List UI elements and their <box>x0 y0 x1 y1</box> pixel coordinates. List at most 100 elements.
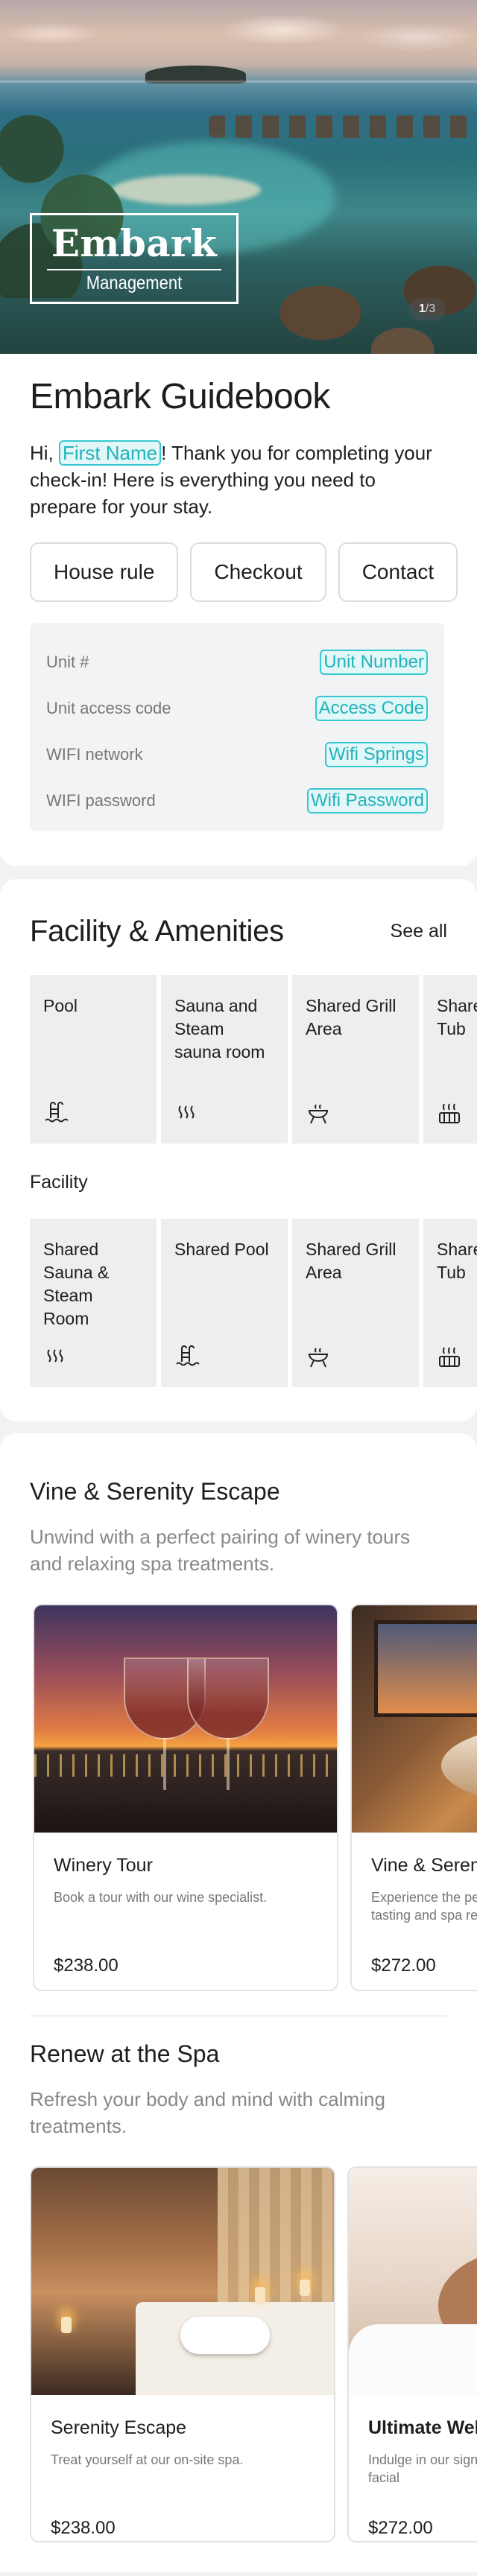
amenity-tile-sauna[interactable]: Sauna and Steam sauna room <box>161 975 288 1143</box>
product-card-winery-tour[interactable]: Winery Tour Book a tour with our wine sp… <box>33 1604 338 1991</box>
wifi-network-tag: Wifi Springs <box>324 742 428 767</box>
info-row-access-code: Unit access code Access Code <box>46 685 428 732</box>
greeting-prefix: Hi, <box>30 442 59 464</box>
bath-tub <box>441 1725 477 1806</box>
facility-carousel[interactable]: Shared Sauna & Steam Room Shared Pool Sh… <box>30 1219 477 1387</box>
grill-icon <box>308 1104 329 1124</box>
guidebook-card: Embark Guidebook Hi, First Name! Thank y… <box>0 354 477 866</box>
pool-icon <box>176 1345 200 1366</box>
experiences-card: Vine & Serenity Escape Unwind with a per… <box>0 1433 477 2572</box>
amenities-header: Facility & Amenities See all <box>30 915 477 948</box>
product-card-vine-serenity[interactable]: Vine & Serenity Escape Experience the pe… <box>350 1604 477 1991</box>
wine-glasses-image <box>34 1605 337 1833</box>
candle <box>300 2280 310 2296</box>
facility-tile-sauna[interactable]: Shared Sauna & Steam Room <box>30 1219 157 1387</box>
info-row-wifi-password: WIFI password Wifi Password <box>46 778 428 824</box>
product-price: $238.00 <box>54 1955 119 1976</box>
checkout-button[interactable]: Checkout <box>190 542 326 602</box>
product-body: Serenity Escape Treat yourself at our on… <box>31 2395 334 2541</box>
hot-tub-icon <box>439 1103 460 1123</box>
experience-title: Vine & Serenity Escape <box>30 1478 280 1505</box>
facility-subheading: Facility <box>30 1172 88 1193</box>
spa-room-image <box>31 2168 334 2395</box>
product-description: Book a tour with our wine specialist. <box>54 1890 268 1905</box>
logo-title: Embark <box>51 221 218 265</box>
logo-divider <box>47 269 221 270</box>
experience-description: Refresh your body and mind with calming … <box>30 2088 385 2137</box>
tile-label: Shared Grill Area <box>306 1240 397 1282</box>
info-label: WIFI network <box>46 745 143 764</box>
info-row-wifi-network: WIFI network Wifi Springs <box>46 732 428 778</box>
rolled-towel <box>180 2317 270 2354</box>
sunset-window <box>374 1620 477 1717</box>
amenity-tile-grill[interactable]: Shared Grill Area <box>292 975 419 1143</box>
image-pager[interactable]: 1/3 <box>408 298 446 320</box>
section-title: Facility & Amenities <box>30 915 284 948</box>
greeting-text: Hi, First Name! Thank you for completing… <box>30 440 447 520</box>
product-title: Ultimate Wellness <box>368 2417 477 2438</box>
glass-stem <box>163 1738 166 1790</box>
city-lights <box>34 1754 337 1777</box>
tile-label: Pool <box>43 996 78 1015</box>
product-carousel[interactable]: Winery Tour Book a tour with our wine sp… <box>30 1604 477 1991</box>
tile-label: Shared Grill Area <box>306 996 397 1038</box>
product-card-serenity-escape[interactable]: Serenity Escape Treat yourself at our on… <box>30 2166 335 2542</box>
tile-label: Sauna and Steam sauna room <box>174 996 265 1062</box>
product-price: $272.00 <box>371 1955 436 1976</box>
unit-info-panel: Unit # Unit Number Unit access code Acce… <box>30 623 444 831</box>
steam-icon <box>178 1105 195 1119</box>
house-rule-button[interactable]: House rule <box>30 542 179 602</box>
product-description: Indulge in our signature massage and fac… <box>368 2452 477 2485</box>
candle <box>255 2287 265 2303</box>
product-price: $272.00 <box>368 2518 433 2538</box>
product-title: Vine & Serenity Escape <box>371 1855 477 1876</box>
access-code-tag: Access Code <box>315 696 428 721</box>
experience-description: Unwind with a perfect pairing of winery … <box>30 1526 411 1575</box>
product-title: Winery Tour <box>54 1855 153 1876</box>
pager-current: 1 <box>418 302 426 315</box>
amenity-tile-pool[interactable]: Pool <box>30 975 157 1143</box>
info-row-unit: Unit # Unit Number <box>46 639 428 685</box>
section-divider <box>30 2015 447 2017</box>
amenity-carousel[interactable]: Pool Sauna and Steam sauna room Shared G… <box>30 975 477 1143</box>
product-price: $238.00 <box>51 2518 116 2538</box>
tile-label: Shared Pool <box>174 1240 269 1259</box>
hero-image: Embark Management 1/3 <box>0 0 477 354</box>
product-body: Ultimate Wellness Indulge in our signatu… <box>349 2395 477 2541</box>
product-title: Serenity Escape <box>51 2417 187 2438</box>
steam-icon <box>47 1349 63 1362</box>
product-body: Vine & Serenity Escape Experience the pe… <box>352 1833 477 1990</box>
unit-number-tag: Unit Number <box>320 650 428 675</box>
water-villas <box>209 115 477 138</box>
tile-label: Shared Sauna & Steam Room <box>43 1240 110 1328</box>
facility-tile-pool[interactable]: Shared Pool <box>161 1219 288 1387</box>
brand-logo: Embark Management <box>30 213 238 304</box>
contact-button[interactable]: Contact <box>338 542 458 602</box>
sky-clouds <box>0 0 477 67</box>
product-carousel[interactable]: Serenity Escape Treat yourself at our on… <box>30 2166 477 2542</box>
first-name-tag: First Name <box>59 440 162 466</box>
product-description: Treat yourself at our on-site spa. <box>51 2452 244 2467</box>
see-all-link[interactable]: See all <box>391 921 447 942</box>
logo-subtitle: Management <box>86 273 183 294</box>
pool-icon <box>45 1102 69 1123</box>
white-towel <box>349 2324 477 2395</box>
pager-total: /3 <box>425 302 436 315</box>
tile-label: Shared Hot Tub <box>437 1240 477 1282</box>
amenity-tile-hot-tub[interactable]: Shared Hot Tub <box>423 975 477 1143</box>
wine-glass-right <box>187 1657 269 1739</box>
facial-image <box>349 2168 477 2395</box>
facility-tile-hot-tub[interactable]: Shared Hot Tub <box>423 1219 477 1387</box>
info-label: Unit # <box>46 653 89 671</box>
thatched-huts <box>253 246 477 354</box>
info-label: Unit access code <box>46 699 171 717</box>
product-card-ultimate-wellness[interactable]: Ultimate Wellness Indulge in our signatu… <box>347 2166 477 2542</box>
candle <box>61 2317 72 2333</box>
product-body: Winery Tour Book a tour with our wine sp… <box>34 1833 337 1990</box>
page-title: Embark Guidebook <box>30 377 330 416</box>
hot-tub-icon <box>439 1347 460 1367</box>
grill-icon <box>308 1348 329 1368</box>
experience-title: Renew at the Spa <box>30 2040 220 2067</box>
facility-tile-grill[interactable]: Shared Grill Area <box>292 1219 419 1387</box>
beach <box>112 175 261 205</box>
